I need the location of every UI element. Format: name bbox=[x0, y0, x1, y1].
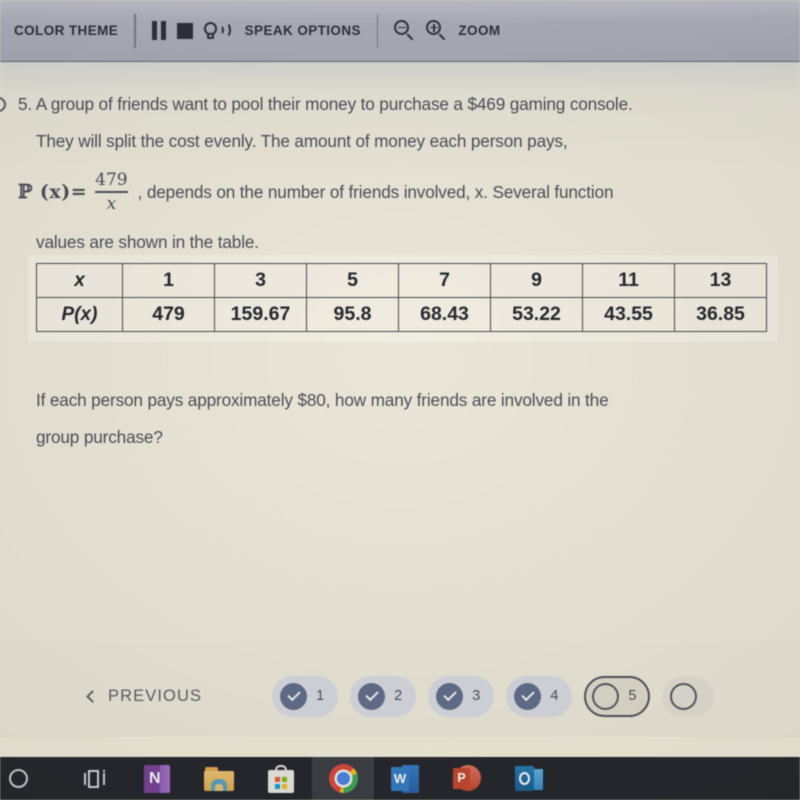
function-values-table-wrapper: x 1 3 5 7 9 11 13 P(x) 479 159.67 95.8 6… bbox=[28, 255, 778, 342]
table-cell-px-4: 68.43 bbox=[398, 297, 491, 332]
table-cell-px-3: 95.8 bbox=[306, 297, 399, 332]
chevron-left-icon bbox=[86, 689, 99, 703]
followup-question-block: If each person pays approximately $80, h… bbox=[0, 382, 800, 456]
zoom-group: ZOOM bbox=[394, 20, 500, 41]
pager-item-2-label: 2 bbox=[394, 688, 403, 704]
chrome-icon bbox=[328, 764, 358, 793]
speak-marker-icon[interactable] bbox=[0, 97, 6, 112]
pager-item-3-label: 3 bbox=[472, 688, 481, 704]
zoom-button[interactable]: ZOOM bbox=[458, 23, 500, 38]
question-line-2: They will split the cost evenly. The amo… bbox=[36, 131, 568, 151]
formula-lhs: ℙ (x)= bbox=[18, 181, 88, 203]
table-cell-x-2: 3 bbox=[214, 263, 307, 298]
question-navigation-bar: PREVIOUS 1 2 3 4 5 bbox=[0, 655, 800, 737]
question-text-block: 5. A group of friends want to pool their… bbox=[0, 86, 800, 261]
table-row-header-x: x bbox=[36, 263, 123, 298]
task-view-icon bbox=[84, 769, 106, 788]
table-cell-x-1: 1 bbox=[122, 263, 215, 298]
table-cell-x-7: 13 bbox=[674, 263, 767, 298]
formula-fraction: 479 x bbox=[92, 169, 130, 215]
file-explorer-icon bbox=[204, 766, 234, 791]
question-pager: 1 2 3 4 5 bbox=[272, 675, 715, 717]
onenote-icon: N bbox=[144, 764, 170, 793]
pager-item-5-current[interactable]: 5 bbox=[584, 675, 651, 717]
pager-item-2[interactable]: 2 bbox=[350, 675, 417, 717]
function-values-table: x 1 3 5 7 9 11 13 P(x) 479 159.67 95.8 6… bbox=[36, 263, 767, 332]
previous-button[interactable]: PREVIOUS bbox=[86, 686, 203, 706]
taskbar-onenote[interactable]: N bbox=[126, 757, 188, 800]
color-theme-button[interactable]: COLOR THEME bbox=[14, 23, 118, 38]
stop-icon[interactable] bbox=[176, 22, 193, 39]
microsoft-store-icon bbox=[268, 764, 294, 793]
powerpoint-icon: P bbox=[453, 764, 481, 793]
windows-taskbar: N W P bbox=[0, 757, 800, 800]
toolbar-divider-1 bbox=[134, 13, 136, 48]
table-cell-px-5: 53.22 bbox=[490, 297, 583, 332]
speak-options-button[interactable]: SPEAK OPTIONS bbox=[245, 23, 361, 38]
taskbar-microsoft-store[interactable] bbox=[250, 757, 312, 800]
check-circle-icon bbox=[358, 682, 386, 710]
check-circle-icon bbox=[436, 682, 464, 710]
taskbar-powerpoint[interactable]: P bbox=[436, 757, 498, 800]
taskbar-outlook[interactable] bbox=[498, 757, 560, 800]
fraction-numerator: 479 bbox=[95, 169, 128, 190]
toolbar-divider-2 bbox=[376, 13, 379, 48]
zoom-out-icon[interactable] bbox=[394, 20, 415, 41]
followup-line-2: group purchase? bbox=[36, 427, 163, 447]
table-cell-x-6: 11 bbox=[582, 263, 675, 298]
table-cell-px-1: 479 bbox=[122, 297, 215, 332]
taskbar-task-view[interactable] bbox=[64, 757, 126, 800]
pager-item-1-label: 1 bbox=[316, 688, 325, 704]
pager-item-6[interactable] bbox=[662, 675, 715, 717]
speak-options-group: SPEAK OPTIONS bbox=[151, 21, 361, 41]
taskbar-chrome[interactable] bbox=[312, 757, 374, 800]
cortana-icon bbox=[8, 769, 28, 788]
check-circle-icon bbox=[514, 682, 542, 710]
pager-item-5-label: 5 bbox=[628, 688, 637, 704]
check-circle-icon bbox=[280, 682, 308, 710]
table-row-px: P(x) 479 159.67 95.8 68.43 53.22 43.55 3… bbox=[36, 297, 767, 332]
table-cell-px-7: 36.85 bbox=[674, 297, 767, 332]
taskbar-word[interactable]: W bbox=[374, 757, 436, 800]
accessibility-toolbar: COLOR THEME SPEAK OPTIONS ZOOM bbox=[0, 0, 800, 62]
outlook-icon bbox=[515, 765, 543, 793]
table-cell-x-3: 5 bbox=[306, 263, 399, 298]
empty-circle-icon bbox=[670, 682, 698, 710]
table-row-x: x 1 3 5 7 9 11 13 bbox=[36, 263, 767, 298]
table-cell-px-2: 159.67 bbox=[214, 297, 307, 332]
table-row-header-px: P(x) bbox=[36, 297, 123, 332]
speak-icon[interactable] bbox=[203, 21, 234, 41]
question-content-area: 5. A group of friends want to pool their… bbox=[0, 62, 800, 737]
fraction-bar bbox=[94, 191, 128, 193]
taskbar-file-explorer[interactable] bbox=[188, 757, 250, 800]
previous-button-label: PREVIOUS bbox=[108, 686, 203, 705]
table-cell-x-5: 9 bbox=[490, 263, 583, 298]
fraction-denominator: x bbox=[106, 194, 117, 215]
pause-icon[interactable] bbox=[151, 21, 166, 40]
question-line-1: 5. A group of friends want to pool their… bbox=[0, 86, 800, 123]
formula-tail-text: , depends on the number of friends invol… bbox=[137, 181, 614, 202]
taskbar-cortana[interactable] bbox=[2, 757, 64, 800]
table-cell-x-4: 7 bbox=[398, 263, 491, 298]
pager-item-1[interactable]: 1 bbox=[272, 675, 339, 717]
question-formula: ℙ (x)= 479 x , depends on the number of … bbox=[0, 160, 800, 224]
word-icon: W bbox=[391, 764, 419, 793]
zoom-in-icon[interactable] bbox=[426, 20, 447, 41]
followup-line-1: If each person pays approximately $80, h… bbox=[36, 390, 609, 410]
empty-circle-icon bbox=[592, 682, 620, 710]
table-cell-px-6: 43.55 bbox=[582, 297, 675, 332]
pager-item-4-label: 4 bbox=[550, 688, 559, 704]
pager-item-4[interactable]: 4 bbox=[506, 675, 573, 717]
pager-item-3[interactable]: 3 bbox=[428, 675, 495, 717]
